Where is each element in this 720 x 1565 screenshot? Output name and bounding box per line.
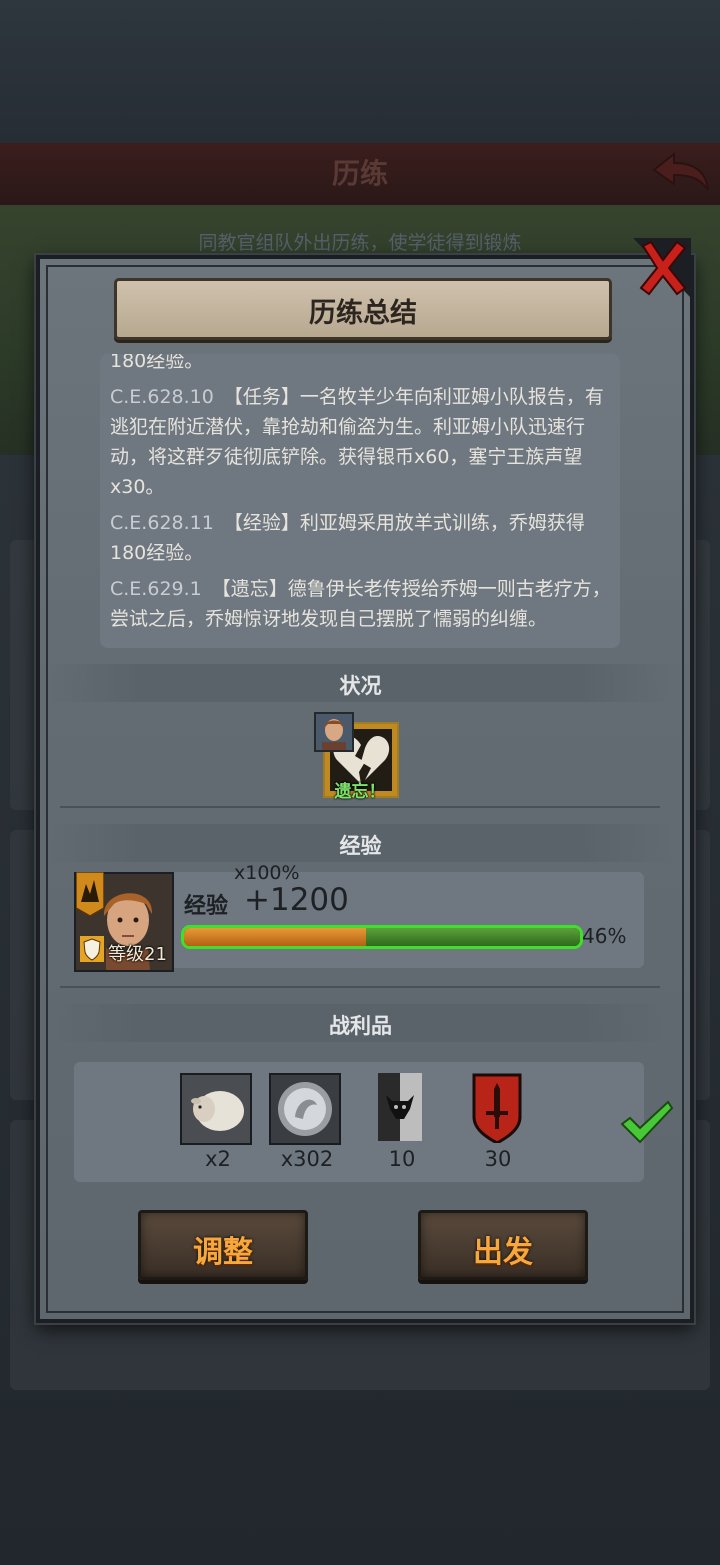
- exp-gain: +1200: [244, 882, 349, 918]
- section-divider: [60, 986, 660, 988]
- hero-mini-portrait-graphic: [316, 714, 352, 750]
- loot-section-label: 战利品: [329, 1014, 392, 1038]
- back-arrow-icon[interactable]: [650, 148, 712, 196]
- sheep-graphic: [182, 1075, 250, 1143]
- depart-button[interactable]: 出发: [418, 1210, 588, 1280]
- event-log-list: 180经验。 C.E.628.10 【任务】一名牧羊少年向利亚姆小队报告，有逃犯在…: [110, 354, 615, 640]
- hero-level: 等级21: [108, 944, 167, 965]
- adjust-button[interactable]: 调整: [138, 1210, 308, 1280]
- sheep-icon: [180, 1073, 252, 1145]
- rank-banner-icon: [76, 872, 104, 916]
- screen-subtitle: 同教官组队外出历练，使学徒得到锻炼: [198, 232, 522, 254]
- status-caption: 遗忘！: [334, 782, 386, 802]
- status-section-header: 状况: [48, 664, 673, 702]
- loot-count: 30: [484, 1147, 512, 1171]
- log-entry: C.E.628.11 【经验】利亚姆采用放羊式训练，乔姆获得180经验。: [110, 508, 615, 568]
- top-bar-background: [0, 0, 720, 145]
- log-entry-date: C.E.628.10: [110, 386, 214, 408]
- loot-item-sheep[interactable]: [180, 1073, 252, 1145]
- loot-count: 10: [388, 1147, 416, 1171]
- log-entry: C.E.629.1 【遗忘】德鲁伊长老传授给乔姆一则古老疗方，尝试之后，乔姆惊讶地…: [110, 574, 615, 634]
- log-entry: C.E.628.10 【任务】一名牧羊少年向利亚姆小队报告，有逃犯在附近潜伏，靠抢…: [110, 382, 615, 502]
- exp-progress-bar: [181, 925, 583, 949]
- exp-progress-fill: [184, 928, 367, 946]
- close-icon[interactable]: [633, 238, 691, 298]
- log-entry-date: C.E.629.1: [110, 578, 202, 600]
- log-entry: 180经验。: [110, 354, 615, 376]
- exp-label: 经验: [184, 894, 229, 919]
- section-divider: [60, 806, 660, 808]
- loot-item-silver-coin[interactable]: [269, 1073, 341, 1145]
- loot-section-header: 战利品: [48, 1004, 673, 1042]
- bull-banner-icon[interactable]: [376, 1073, 424, 1143]
- loot-count: x2: [205, 1147, 231, 1171]
- dialog-title: 历练总结: [309, 298, 417, 329]
- exp-progress-gain-fill: [366, 928, 580, 946]
- exp-progress-percent: 46%: [582, 924, 627, 948]
- silver-coin-graphic: [271, 1075, 339, 1143]
- sword-crest-icon[interactable]: [472, 1073, 522, 1143]
- silver-coin-icon: [269, 1073, 341, 1145]
- experience-section-label: 经验: [339, 834, 382, 858]
- screen-title: 历练: [331, 157, 388, 190]
- adjust-button-label: 调整: [193, 1235, 253, 1270]
- shield-icon: [80, 936, 104, 962]
- event-log[interactable]: 180经验。 C.E.628.10 【任务】一名牧羊少年向利亚姆小队报告，有逃犯在…: [100, 354, 620, 648]
- loot-count: x302: [280, 1147, 334, 1171]
- exp-multiplier: x100%: [234, 862, 300, 884]
- checkmark-icon: [620, 1100, 674, 1144]
- log-entry-text: 180经验。: [110, 354, 204, 372]
- hero-mini-portrait: [314, 712, 354, 752]
- experience-section-header: 经验: [48, 824, 673, 862]
- depart-button-label: 出发: [473, 1235, 533, 1270]
- log-entry-date: C.E.628.11: [110, 512, 214, 534]
- dialog-title-banner: 历练总结: [114, 278, 612, 340]
- status-section-label: 状况: [339, 674, 382, 698]
